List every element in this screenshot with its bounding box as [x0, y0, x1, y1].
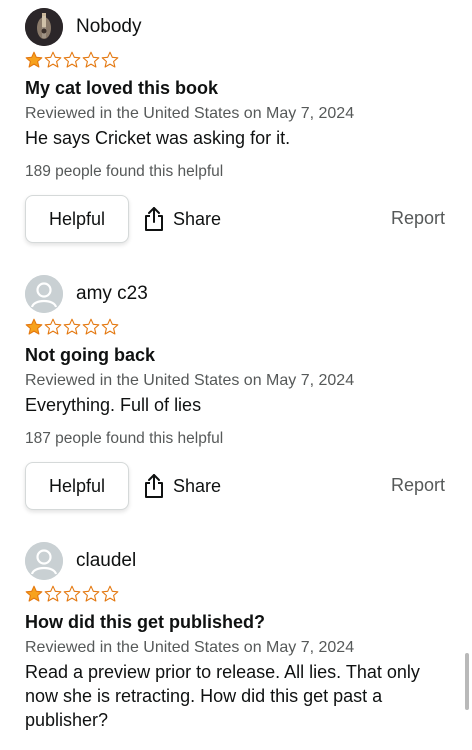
star-empty-icon [63, 585, 81, 602]
review-body: He says Cricket was asking for it. [25, 128, 291, 148]
helpful-count: 189 people found this helpful [25, 163, 224, 180]
avatar [25, 542, 63, 580]
report-link[interactable]: Report [391, 475, 445, 496]
star-rating [25, 585, 119, 605]
star-empty-icon [101, 585, 119, 602]
helpful-button[interactable]: Helpful [25, 195, 129, 243]
star-empty-icon [101, 318, 119, 335]
star-rating [25, 318, 119, 338]
star-empty-icon [101, 51, 119, 68]
review-title[interactable]: How did this get published? [25, 612, 265, 633]
default-avatar-icon [25, 275, 63, 313]
review-body: Read a preview prior to release. All lie… [25, 662, 420, 730]
review-title[interactable]: Not going back [25, 345, 155, 366]
review-author[interactable]: claudel [25, 542, 445, 582]
share-icon [145, 474, 163, 498]
avatar [25, 275, 63, 313]
review-date: Reviewed in the United States on May 7, … [25, 105, 355, 122]
star-empty-icon [44, 585, 62, 602]
share-button[interactable]: Share [143, 204, 221, 234]
star-empty-icon [82, 51, 100, 68]
share-label: Share [173, 208, 222, 229]
star-empty-icon [44, 318, 62, 335]
report-link[interactable]: Report [391, 208, 445, 229]
author-name: claudel [76, 550, 137, 571]
review-date: Reviewed in the United States on May 7, … [25, 639, 355, 656]
star-rating [25, 51, 119, 71]
star-empty-icon [82, 318, 100, 335]
scrollbar[interactable] [465, 653, 469, 710]
star-empty-icon [44, 51, 62, 68]
review-author[interactable]: Nobody [25, 8, 445, 48]
avatar [25, 8, 63, 46]
share-icon [145, 207, 163, 231]
author-name: Nobody [76, 16, 142, 37]
photo-avatar-icon [25, 8, 63, 46]
helpful-count: 187 people found this helpful [25, 430, 224, 447]
star-filled-icon [25, 51, 43, 68]
star-empty-icon [63, 318, 81, 335]
review-body: Everything. Full of lies [25, 395, 202, 415]
helpful-button[interactable]: Helpful [25, 462, 129, 510]
default-avatar-icon [25, 542, 63, 580]
star-empty-icon [63, 51, 81, 68]
author-name: amy c23 [76, 283, 148, 304]
share-button[interactable]: Share [143, 471, 221, 501]
share-label: Share [173, 475, 222, 496]
star-filled-icon [25, 585, 43, 602]
review-date: Reviewed in the United States on May 7, … [25, 372, 355, 389]
review-author[interactable]: amy c23 [25, 275, 445, 315]
review-title[interactable]: My cat loved this book [25, 78, 218, 99]
star-filled-icon [25, 318, 43, 335]
star-empty-icon [82, 585, 100, 602]
